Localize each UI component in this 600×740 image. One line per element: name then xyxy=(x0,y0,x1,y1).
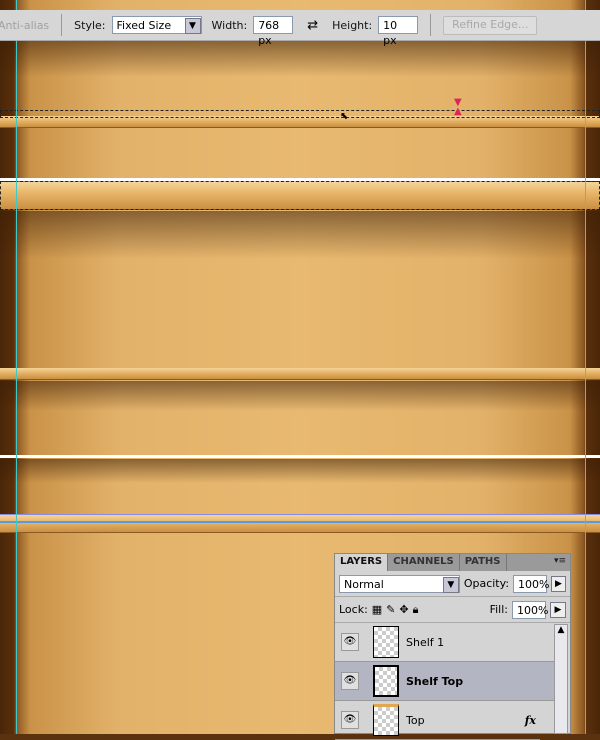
layer-row[interactable]: 👁︎ Shelf 1 xyxy=(335,623,555,662)
layer-row-selected[interactable]: 👁︎ Shelf Top xyxy=(335,662,555,701)
blend-mode-select[interactable]: Normal ▼ xyxy=(339,574,460,593)
transform-midline xyxy=(0,521,600,523)
lock-brush-icon[interactable]: ✎ xyxy=(386,603,395,616)
fill-slider-button[interactable]: ▶ xyxy=(550,601,566,618)
selection-marquee xyxy=(0,110,600,118)
layers-scrollbar[interactable]: ▲ xyxy=(554,624,568,734)
shelf-2-transform[interactable] xyxy=(0,514,600,533)
options-bar: Anti-alias Style: Fixed Size ▼ Width: 768… xyxy=(0,10,600,47)
tab-layers[interactable]: LAYERS xyxy=(335,554,389,571)
panel-tabs: LAYERS CHANNELS PATHS ▾≡ xyxy=(335,554,570,571)
eye-icon[interactable]: 👁︎ xyxy=(341,711,359,729)
style-label: Style: xyxy=(74,18,106,32)
fx-icon[interactable]: fx xyxy=(525,714,536,727)
layer-thumbnail xyxy=(373,665,399,697)
layer-name: Top xyxy=(406,713,425,727)
lock-transparency-icon[interactable]: ▦ xyxy=(372,603,382,616)
chevron-down-icon: ▼ xyxy=(184,18,201,34)
blend-row: Normal ▼ Opacity: 100% ▶ xyxy=(335,571,570,597)
style-select[interactable]: Fixed Size ▼ xyxy=(111,16,202,34)
selection-marquee-2 xyxy=(0,181,600,210)
opacity-input[interactable]: 100% xyxy=(513,574,549,593)
divider xyxy=(61,14,63,36)
chevron-down-icon: ▼ xyxy=(442,576,459,593)
guide-left[interactable] xyxy=(16,0,17,734)
layer-name: Shelf Top xyxy=(406,674,464,688)
lock-row: Lock: ▦ ✎ ✥ 🔒︎ Fill: 100% ▶ xyxy=(335,597,570,623)
width-input[interactable]: 768 px xyxy=(253,16,294,47)
layer-thumbnail xyxy=(373,704,399,736)
tab-paths[interactable]: PATHS xyxy=(460,554,507,571)
layer-name: Shelf 1 xyxy=(406,635,445,649)
width-label: Width: xyxy=(211,18,248,32)
lock-all-icon[interactable]: 🔒︎ xyxy=(413,603,419,617)
lock-label: Lock: xyxy=(339,603,368,616)
shelf-shadow xyxy=(0,41,600,101)
guide-right[interactable] xyxy=(585,0,586,734)
scroll-up-icon[interactable]: ▲ xyxy=(555,625,567,635)
opacity-slider-button[interactable]: ▶ xyxy=(551,575,566,592)
blend-mode-value: Normal xyxy=(344,577,384,591)
shelf-shadow xyxy=(0,211,600,291)
height-input[interactable]: 10 px xyxy=(378,16,419,47)
anti-alias-checkbox[interactable]: Anti-alias xyxy=(0,19,49,32)
fill-input[interactable]: 100% xyxy=(512,600,548,619)
guide-marker-icon: ▼ ▲ xyxy=(454,97,462,117)
eye-icon[interactable]: 👁︎ xyxy=(341,672,359,690)
layer-row[interactable]: 👁︎ Top fx xyxy=(335,701,540,740)
layers-panel: LAYERS CHANNELS PATHS ▾≡ Normal ▼ Opacity… xyxy=(334,553,571,740)
refine-edge-button[interactable]: Refine Edge... xyxy=(443,15,538,35)
panel-menu-icon[interactable]: ▾≡ xyxy=(550,554,570,571)
tab-channels[interactable]: CHANNELS xyxy=(388,554,460,571)
fill-label: Fill: xyxy=(489,603,508,616)
style-value: Fixed Size xyxy=(116,19,172,32)
shelf-1 xyxy=(0,368,600,380)
height-label: Height: xyxy=(332,18,373,32)
swap-icon[interactable]: ⇄ xyxy=(307,18,318,33)
eye-icon[interactable]: 👁︎ xyxy=(341,633,359,651)
opacity-label: Opacity: xyxy=(463,577,510,590)
white-line xyxy=(0,455,600,458)
divider xyxy=(430,14,432,36)
lock-move-icon[interactable]: ✥ xyxy=(399,603,408,616)
shelf-shadow xyxy=(0,381,600,431)
cursor-icon: ⬉ xyxy=(340,111,349,122)
shelf-shadow xyxy=(0,459,600,499)
layer-thumbnail xyxy=(373,626,399,658)
